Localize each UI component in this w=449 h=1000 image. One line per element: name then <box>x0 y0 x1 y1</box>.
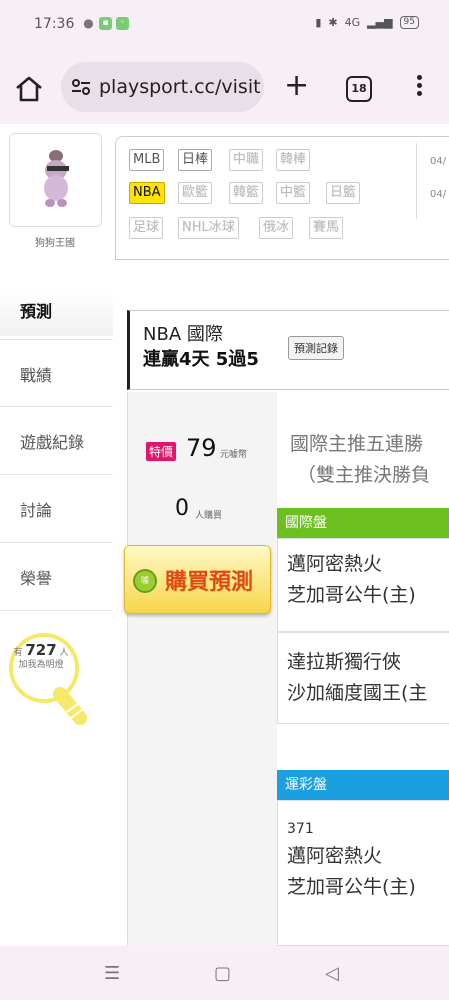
more-options-icon[interactable] <box>411 72 427 102</box>
tag-cpbl[interactable]: 中職 <box>229 149 264 171</box>
avatar[interactable] <box>10 134 101 226</box>
site-settings-icon[interactable] <box>71 78 91 96</box>
divider <box>416 143 417 219</box>
follower-suffix: 人 <box>59 648 69 658</box>
purchase-panel: 特價 79 元噱幣 0 人購買 <box>127 392 277 946</box>
status-bar: 17:36 ● ▪ ◦ ▮ ✱ 4G ▂▄▆ 95 <box>0 0 449 50</box>
sidebar-item-label: 遊戲紀錄 <box>20 433 85 452</box>
pick-title-line2: （雙主推決勝負 <box>297 464 431 486</box>
back-button[interactable]: ◁ <box>325 963 339 984</box>
recent-apps-button[interactable]: ☰ <box>104 963 120 984</box>
tag-nhl[interactable]: NHL冰球 <box>178 217 239 239</box>
profile-avatar-card[interactable] <box>9 133 102 227</box>
game-code: 371 <box>287 821 314 837</box>
sidebar-item-label: 預測 <box>20 302 53 321</box>
home-team: 沙加緬度國王(主 <box>287 682 428 704</box>
buyer-unit: 人購買 <box>195 511 223 521</box>
prediction-record-button[interactable]: 預測記錄 <box>288 336 344 360</box>
network-label: 4G <box>344 16 361 29</box>
tag-khl[interactable]: 俄冰 <box>259 217 294 239</box>
follower-number: 727 <box>25 641 57 659</box>
prediction-title-box: NBA 國際 連贏4天 5過5 預測記錄 <box>127 310 449 390</box>
date-label[interactable]: 04/ <box>430 189 446 200</box>
lottery-market-header: 運彩盤 <box>277 770 449 800</box>
follower-note: 加我為明燈 <box>18 660 64 670</box>
price-unit: 元噱幣 <box>220 450 248 460</box>
sidebar-item-label: 榮譽 <box>20 569 53 588</box>
vibrate-icon: ▮ <box>315 16 322 29</box>
buy-prediction-label: 購買預測 <box>165 570 254 595</box>
tag-soccer[interactable]: 足球 <box>129 217 164 239</box>
new-tab-button[interactable]: + <box>284 71 309 101</box>
browser-toolbar: playsport.cc/visit + 18 <box>0 50 449 124</box>
status-time: 17:36 <box>34 16 75 32</box>
pick-title: 國際主推五連勝 （雙主推決勝負 <box>290 429 430 491</box>
buyer-count: 0 <box>175 496 189 521</box>
signal-icon: ▂▄▆ <box>367 16 393 29</box>
tag-jpn-basketball[interactable]: 日籃 <box>326 182 361 204</box>
tag-kbo[interactable]: 韓棒 <box>276 149 311 171</box>
bluetooth-icon: ✱ <box>328 16 338 29</box>
follower-prefix: 有 <box>13 648 23 658</box>
sidebar-item-game-log[interactable]: 遊戲紀錄 <box>0 406 113 474</box>
streak-title: 連贏4天 5過5 <box>143 349 259 370</box>
matchup-row[interactable]: 371 邁阿密熱火 芝加哥公牛(主) <box>277 800 449 946</box>
home-button[interactable]: ▢ <box>214 963 231 984</box>
sale-badge: 特價 <box>146 442 177 461</box>
home-icon[interactable] <box>14 75 44 103</box>
intl-market-header: 國際盤 <box>277 508 449 538</box>
notification-icons: ● ▪ ◦ <box>82 17 129 30</box>
tag-horse-racing[interactable]: 賽馬 <box>309 217 344 239</box>
profile-name: 狗狗王國 <box>35 238 75 249</box>
tab-switcher-button[interactable]: 18 <box>346 76 372 102</box>
sidebar-item-record[interactable]: 戰績 <box>0 339 113 407</box>
coin-icon: 噱 <box>133 569 157 593</box>
pick-title-line1: 國際主推五連勝 <box>290 433 424 455</box>
address-bar[interactable]: playsport.cc/visit <box>61 62 264 112</box>
status-right: ▮ ✱ 4G ▂▄▆ 95 <box>315 16 419 29</box>
page-content: 狗狗王國 預測 戰績 遊戲紀錄 討論 榮譽 有 727 人 加我為明燈 MLB … <box>0 124 449 946</box>
sidebar-item-honor[interactable]: 榮譽 <box>0 542 113 611</box>
sidebar-item-discussion[interactable]: 討論 <box>0 474 113 542</box>
date-label[interactable]: 04/ <box>430 156 446 167</box>
sidebar-item-label: 討論 <box>20 501 53 520</box>
app-notification-icon-2: ◦ <box>116 17 129 30</box>
price: 79 <box>186 434 217 462</box>
url-text: playsport.cc/visit <box>99 76 261 98</box>
matchup-row[interactable]: 邁阿密熱火 芝加哥公牛(主) <box>277 538 449 632</box>
matchup-row[interactable]: 達拉斯獨行俠 沙加緬度國王(主 <box>277 632 449 724</box>
away-team: 達拉斯獨行俠 <box>287 651 402 673</box>
battery-icon: 95 <box>399 16 419 29</box>
app-notification-icon: ▪ <box>99 17 112 30</box>
sidebar-item-predict[interactable]: 預測 <box>0 290 113 336</box>
home-team: 芝加哥公牛(主) <box>287 876 416 898</box>
game-category-box: MLB 日棒 中職 韓棒 NBA 歐籃 韓籃 中籃 日籃 足球 NHL冰球 俄冰… <box>115 136 449 260</box>
chat-icon: ● <box>83 16 94 30</box>
tag-euro-basketball[interactable]: 歐籃 <box>178 182 213 204</box>
away-team: 邁阿密熱火 <box>287 845 383 867</box>
sidebar-item-label: 戰績 <box>20 366 53 385</box>
buy-prediction-button[interactable]: 噱 購買預測 <box>124 545 271 614</box>
tag-mlb[interactable]: MLB <box>129 149 165 171</box>
tag-chn-basketball[interactable]: 中籃 <box>276 182 311 204</box>
away-team: 邁阿密熱火 <box>287 553 383 575</box>
system-nav-bar: ☰ ▢ ◁ <box>0 946 449 1000</box>
league-title: NBA 國際 <box>143 324 223 345</box>
tag-nba[interactable]: NBA <box>129 182 165 204</box>
follower-count: 有 727 人 加我為明燈 <box>10 641 72 671</box>
tag-kor-basketball[interactable]: 韓籃 <box>229 182 264 204</box>
tag-jpn-baseball[interactable]: 日棒 <box>178 149 213 171</box>
home-team: 芝加哥公牛(主) <box>287 584 416 606</box>
